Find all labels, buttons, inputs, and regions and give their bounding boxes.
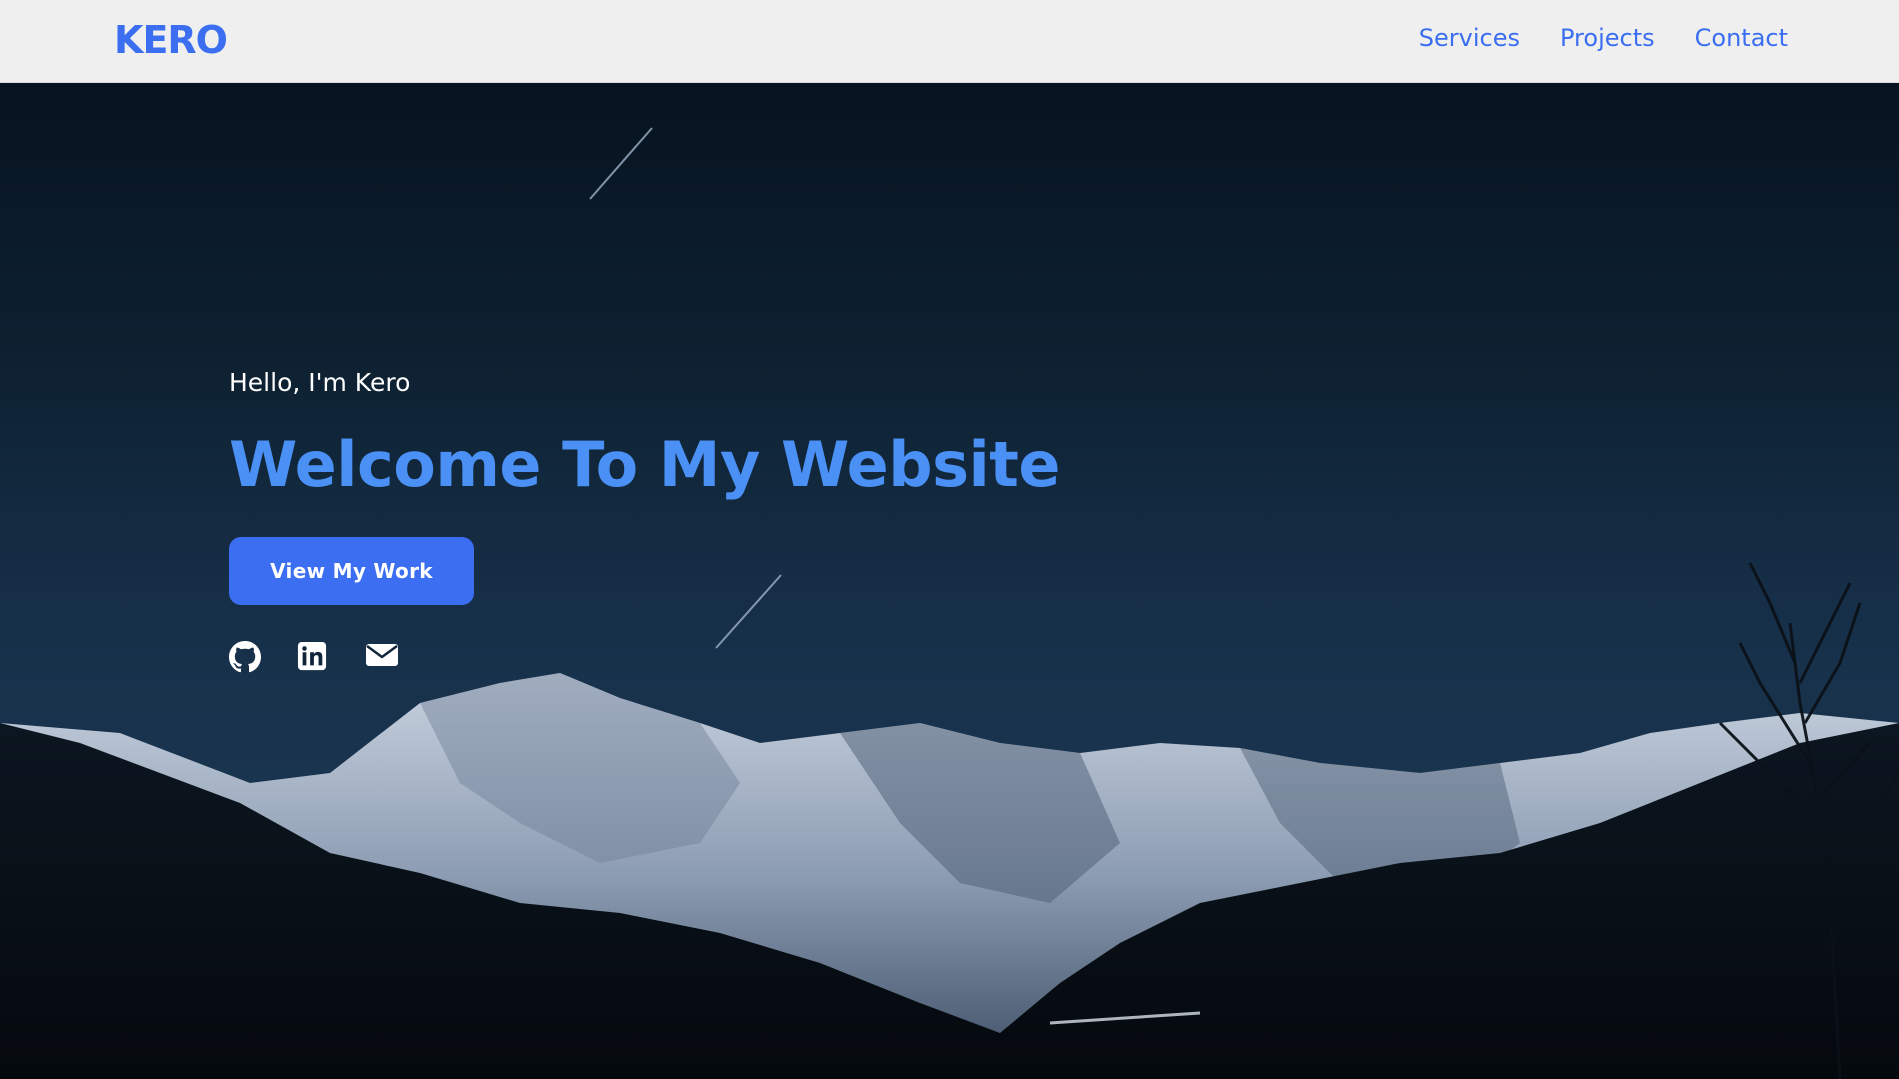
brand-logo[interactable]: KERO (114, 18, 228, 62)
nav-link-services[interactable]: Services (1419, 24, 1520, 52)
hero-content: Hello, I'm Kero Welcome To My Website Vi… (229, 368, 1060, 673)
hero-section: Hello, I'm Kero Welcome To My Website Vi… (0, 83, 1899, 1079)
hero-headline: Welcome To My Website (229, 428, 1060, 501)
view-my-work-button[interactable]: View My Work (229, 537, 474, 605)
github-icon[interactable] (229, 641, 261, 673)
navbar: KERO Services Projects Contact (0, 0, 1899, 83)
hero-greeting: Hello, I'm Kero (229, 368, 411, 397)
nav-link-contact[interactable]: Contact (1695, 24, 1788, 52)
linkedin-icon[interactable] (297, 641, 329, 673)
email-icon[interactable] (365, 641, 398, 673)
nav-links: Services Projects Contact (1419, 24, 1788, 52)
social-links (229, 641, 398, 673)
page: KERO Services Projects Contact Hello, I'… (0, 0, 1899, 1079)
nav-link-projects[interactable]: Projects (1560, 24, 1655, 52)
